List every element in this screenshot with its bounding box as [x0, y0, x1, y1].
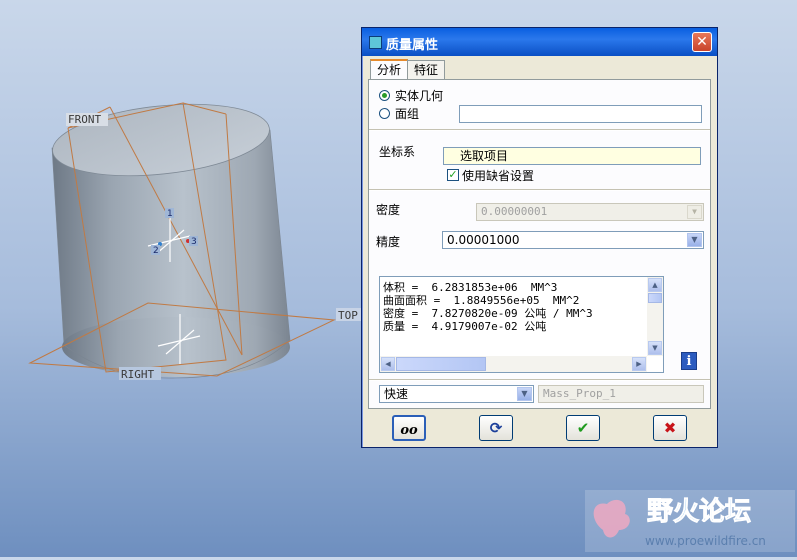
- separator: [369, 129, 710, 131]
- dialog-app-icon: [369, 36, 382, 49]
- datum-label-top: TOP: [338, 309, 358, 322]
- separator: [369, 379, 710, 381]
- repeat-icon: ⟳: [489, 419, 503, 437]
- datum-label-front: FRONT: [68, 113, 101, 126]
- horizontal-scrollbar[interactable]: ◀ ▶: [380, 356, 647, 372]
- surface-group-label: 面组: [395, 107, 420, 121]
- analysis-panel: 实体几何 面组 坐标系 选取项目 ✓ 使用缺省设置 密度 0.00000001 …: [368, 79, 711, 409]
- scroll-down-icon[interactable]: ▼: [648, 341, 662, 355]
- cancel-icon: ✖: [663, 419, 677, 437]
- close-icon: ✕: [696, 34, 708, 50]
- accuracy-select[interactable]: 0.00001000 ▼: [442, 231, 704, 249]
- feature-name-field: Mass_Prop_1: [538, 385, 704, 403]
- horizontal-scroll-thumb[interactable]: [396, 357, 486, 371]
- dialog-titlebar[interactable]: 质量属性 ✕: [362, 28, 717, 56]
- surface-group-field[interactable]: [459, 105, 702, 123]
- vertical-scroll-thumb[interactable]: [648, 293, 662, 303]
- result-line: 质量 = 4.9179007e-02 公吨: [383, 320, 547, 333]
- use-default-checkbox[interactable]: ✓: [447, 169, 459, 181]
- scroll-right-icon[interactable]: ▶: [632, 357, 646, 371]
- tab-feature[interactable]: 特征: [407, 60, 445, 79]
- chevron-down-icon[interactable]: ▼: [687, 233, 702, 247]
- coord-sys-collector[interactable]: 选取项目: [443, 147, 701, 165]
- close-button[interactable]: ✕: [692, 32, 712, 52]
- chevron-down-icon: ▼: [687, 205, 702, 219]
- dialog-title: 质量属性: [386, 38, 439, 53]
- check-icon: ✓: [448, 168, 458, 181]
- coord-sys-label: 坐标系: [379, 145, 416, 159]
- tab-analysis[interactable]: 分析: [370, 59, 408, 81]
- solid-geometry-label: 实体几何: [395, 89, 444, 103]
- datum-label-right: RIGHT: [121, 368, 154, 381]
- watermark-title: 野火论坛: [647, 497, 751, 527]
- axis-label-3: 3: [191, 237, 197, 247]
- density-label: 密度: [376, 203, 401, 217]
- axis-label-1: 1: [167, 209, 173, 219]
- glasses-icon: oo: [400, 423, 418, 438]
- info-icon[interactable]: i: [681, 352, 697, 370]
- axis-label-2: 2: [153, 246, 159, 256]
- preview-button[interactable]: oo: [392, 415, 426, 441]
- watermark-url: www.proewildfire.cn: [645, 534, 766, 548]
- ok-button[interactable]: ✔: [566, 415, 600, 441]
- checkmark-icon: ✔: [576, 419, 590, 437]
- surface-group-radio[interactable]: [379, 108, 390, 119]
- mode-select[interactable]: 快速 ▼: [379, 385, 534, 403]
- separator: [369, 189, 710, 191]
- chevron-down-icon[interactable]: ▼: [517, 387, 532, 401]
- solid-geometry-radio[interactable]: [379, 90, 390, 101]
- accuracy-label: 精度: [376, 235, 401, 249]
- watermark-logo: 野火论坛 www.proewildfire.cn: [585, 490, 795, 552]
- density-field: 0.00000001 ▼: [476, 203, 704, 221]
- results-textarea[interactable]: 体积 = 6.2831853e+06 MM^3 曲面面积 = 1.8849556…: [379, 276, 664, 373]
- cancel-button[interactable]: ✖: [653, 415, 687, 441]
- mass-properties-dialog: 质量属性 ✕ 分析 特征 实体几何 面组 坐标系 选取项目 ✓ 使用缺省设置 密…: [361, 27, 718, 448]
- use-default-label: 使用缺省设置: [462, 169, 535, 183]
- scroll-left-icon[interactable]: ◀: [381, 357, 395, 371]
- repeat-button[interactable]: ⟳: [479, 415, 513, 441]
- vertical-scrollbar[interactable]: ▲ ▼: [647, 277, 663, 356]
- forum-watermark: 野火论坛 www.proewildfire.cn: [585, 490, 795, 552]
- scroll-up-icon[interactable]: ▲: [648, 278, 662, 292]
